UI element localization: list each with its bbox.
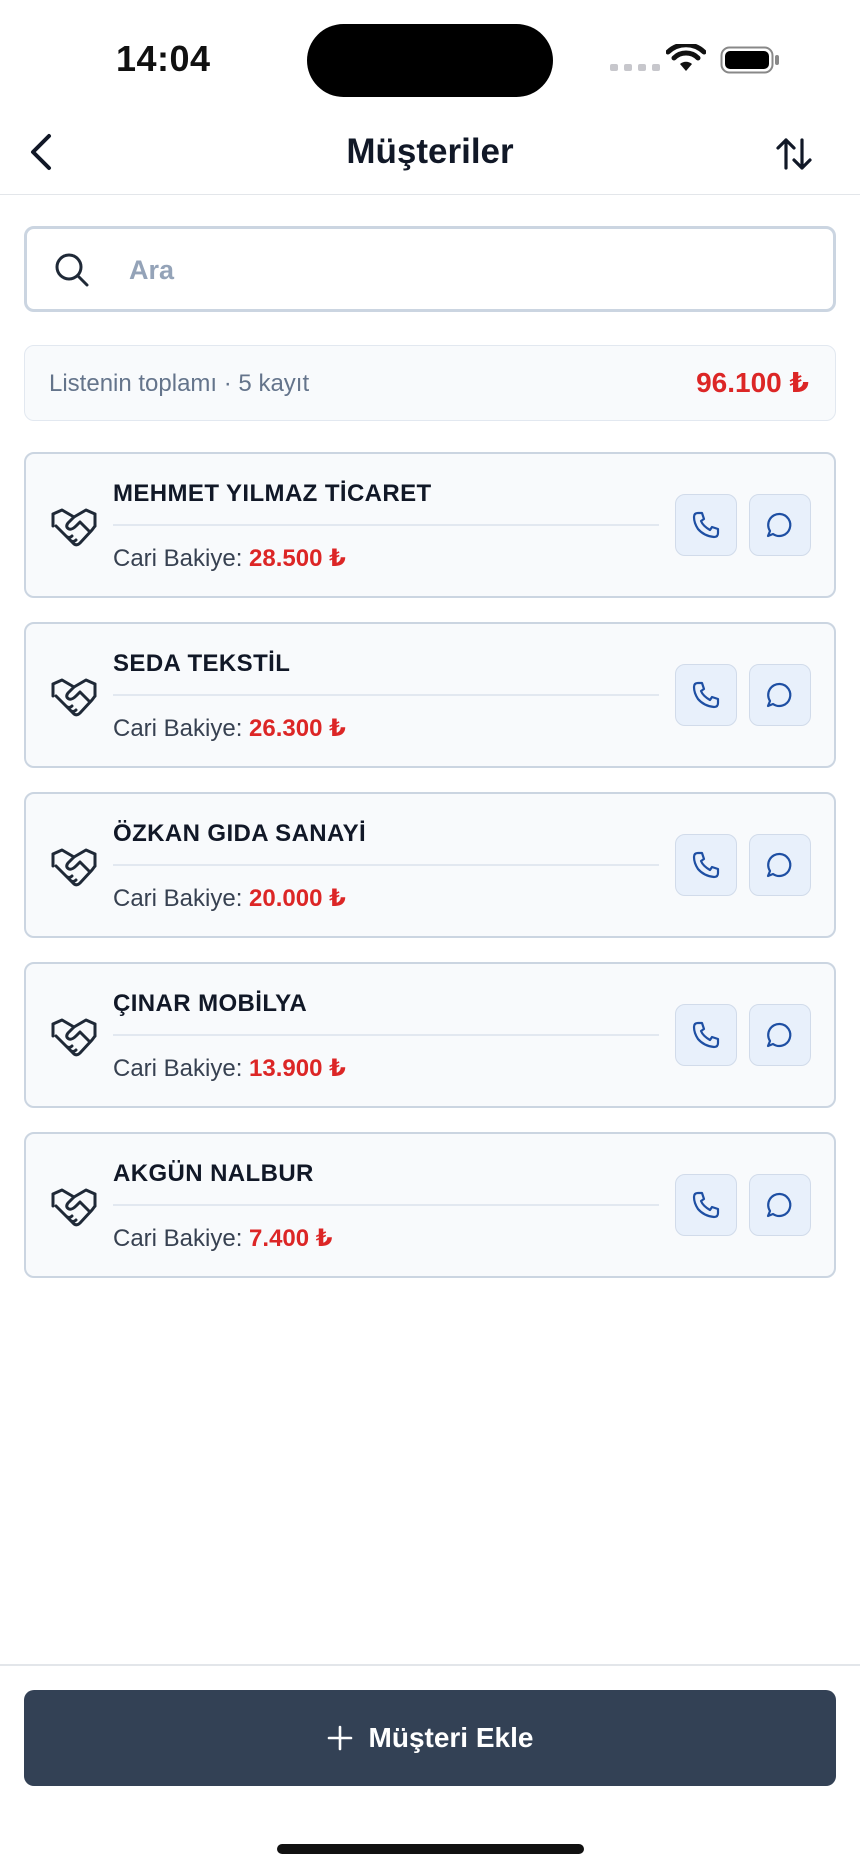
phone-icon <box>692 1021 720 1049</box>
call-button[interactable] <box>675 1004 737 1066</box>
customer-balance: Cari Bakiye: 26.300 ₺ <box>113 714 346 743</box>
customer-balance: Cari Bakiye: 7.400 ₺ <box>113 1224 332 1253</box>
divider <box>113 1034 659 1036</box>
customer-name: ÇINAR MOBİLYA <box>113 990 308 1017</box>
sort-arrows-icon <box>776 138 812 170</box>
handshake-icon <box>51 1188 97 1227</box>
customer-card[interactable]: MEHMET YILMAZ TİCARET Cari Bakiye: 28.50… <box>24 452 836 598</box>
summary-total: 96.100 ₺ <box>696 367 809 398</box>
balance-amount: 28.500 ₺ <box>249 545 346 572</box>
handshake-icon <box>51 508 97 547</box>
bottom-bar: Müşteri Ekle <box>0 1664 860 1866</box>
balance-label: Cari Bakiye: <box>113 1225 243 1252</box>
chat-bubble-icon <box>766 682 792 708</box>
handshake-icon <box>51 848 97 887</box>
list-summary: Listenin toplamı · 5 kayıt 96.100 ₺ <box>24 345 836 421</box>
cellular-signal-icon <box>610 64 660 71</box>
sort-button[interactable] <box>768 128 820 180</box>
call-button[interactable] <box>675 834 737 896</box>
customer-name: ÖZKAN GIDA SANAYİ <box>113 820 367 847</box>
divider <box>113 694 659 696</box>
dynamic-island <box>307 24 553 97</box>
nav-header: Müşteriler <box>0 110 860 195</box>
add-customer-button[interactable]: Müşteri Ekle <box>24 1690 836 1786</box>
search-input[interactable] <box>127 241 811 299</box>
status-time: 14:04 <box>116 38 211 79</box>
handshake-icon <box>51 678 97 717</box>
message-button[interactable] <box>749 1174 811 1236</box>
home-indicator <box>277 1844 584 1854</box>
message-button[interactable] <box>749 494 811 556</box>
status-bar: 14:04 <box>0 0 860 110</box>
page-title: Müşteriler <box>346 132 514 171</box>
message-button[interactable] <box>749 1004 811 1066</box>
customer-card[interactable]: ÖZKAN GIDA SANAYİ Cari Bakiye: 20.000 ₺ <box>24 792 836 938</box>
customer-name: AKGÜN NALBUR <box>113 1160 314 1187</box>
balance-label: Cari Bakiye: <box>113 715 243 742</box>
message-button[interactable] <box>749 664 811 726</box>
customer-name: SEDA TEKSTİL <box>113 650 291 677</box>
plus-icon <box>327 1725 352 1751</box>
search-icon <box>55 253 89 287</box>
call-button[interactable] <box>675 494 737 556</box>
balance-label: Cari Bakiye: <box>113 885 243 912</box>
phone-icon <box>692 851 720 879</box>
phone-icon <box>692 511 720 539</box>
customer-card[interactable]: SEDA TEKSTİL Cari Bakiye: 26.300 ₺ <box>24 622 836 768</box>
phone-icon <box>692 1191 720 1219</box>
customer-balance: Cari Bakiye: 13.900 ₺ <box>113 1054 346 1083</box>
phone-icon <box>692 681 720 709</box>
customer-card[interactable]: AKGÜN NALBUR Cari Bakiye: 7.400 ₺ <box>24 1132 836 1278</box>
customer-balance: Cari Bakiye: 28.500 ₺ <box>113 544 346 573</box>
balance-amount: 26.300 ₺ <box>249 715 346 742</box>
customer-card[interactable]: ÇINAR MOBİLYA Cari Bakiye: 13.900 ₺ <box>24 962 836 1108</box>
call-button[interactable] <box>675 1174 737 1236</box>
divider <box>113 1204 659 1206</box>
chat-bubble-icon <box>766 1192 792 1218</box>
chat-bubble-icon <box>766 1022 792 1048</box>
message-button[interactable] <box>749 834 811 896</box>
summary-label: Listenin toplamı · 5 kayıt <box>49 370 310 397</box>
balance-label: Cari Bakiye: <box>113 545 243 572</box>
chat-bubble-icon <box>766 512 792 538</box>
divider <box>113 524 659 526</box>
balance-label: Cari Bakiye: <box>113 1055 243 1082</box>
add-customer-label: Müşteri Ekle <box>368 1722 534 1753</box>
balance-amount: 7.400 ₺ <box>249 1225 333 1252</box>
wifi-icon <box>666 44 706 71</box>
handshake-icon <box>51 1018 97 1057</box>
battery-icon <box>720 46 779 74</box>
search-box[interactable] <box>24 226 836 312</box>
balance-amount: 20.000 ₺ <box>249 885 346 912</box>
customer-name: MEHMET YILMAZ TİCARET <box>113 480 432 507</box>
chat-bubble-icon <box>766 852 792 878</box>
divider <box>113 864 659 866</box>
balance-amount: 13.900 ₺ <box>249 1055 346 1082</box>
call-button[interactable] <box>675 664 737 726</box>
customer-list: MEHMET YILMAZ TİCARET Cari Bakiye: 28.50… <box>24 452 836 1302</box>
customer-balance: Cari Bakiye: 20.000 ₺ <box>113 884 346 913</box>
